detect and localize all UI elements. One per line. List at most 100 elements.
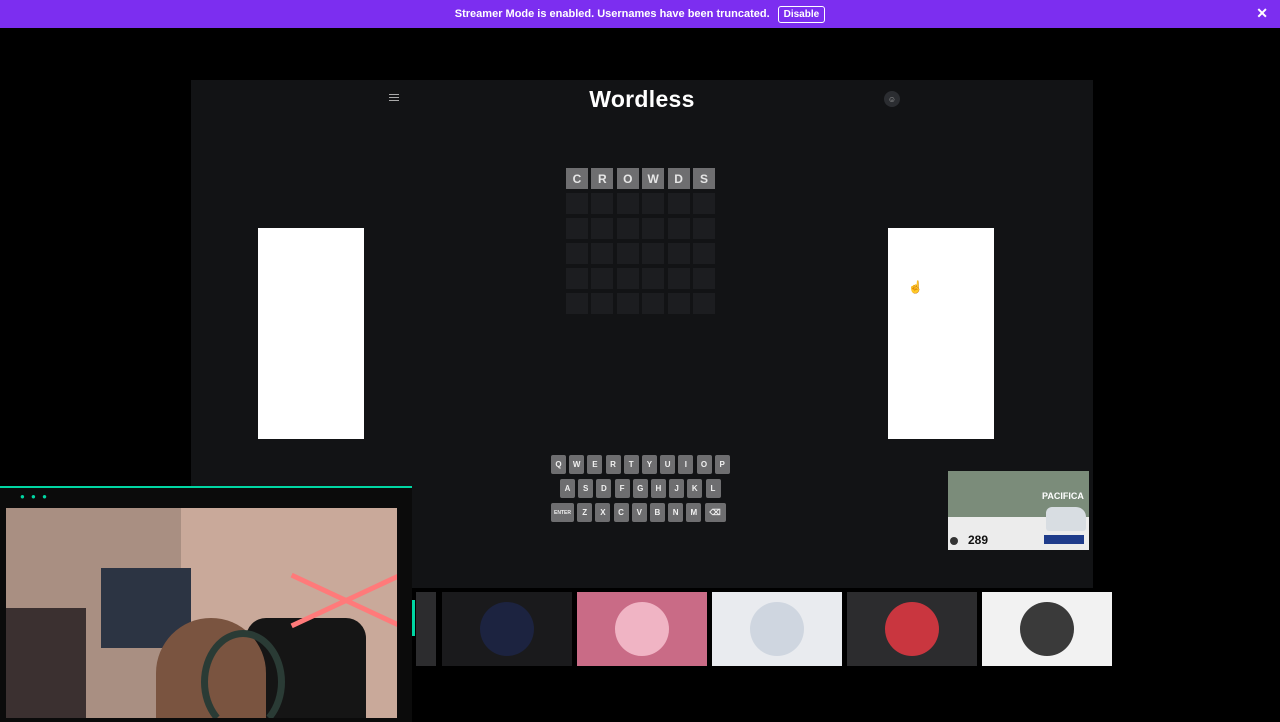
- key-z[interactable]: Z: [577, 503, 593, 522]
- key-t[interactable]: T: [623, 455, 639, 474]
- letter-tile: [692, 268, 715, 289]
- letter-tile: [667, 293, 690, 314]
- key-n[interactable]: N: [668, 503, 684, 522]
- key-m[interactable]: M: [686, 503, 702, 522]
- guess-row: CROWDS: [566, 168, 718, 189]
- key-e[interactable]: E: [587, 455, 603, 474]
- ad-price: 289: [968, 533, 989, 547]
- letter-tile: [667, 193, 690, 214]
- guess-row: [566, 243, 718, 264]
- letter-tile: [566, 293, 588, 314]
- letter-tile: [692, 293, 715, 314]
- backspace-key[interactable]: ⌫: [704, 503, 726, 522]
- letter-tile: [566, 218, 588, 239]
- letter-tile: [591, 293, 614, 314]
- webcam-feed: [6, 508, 397, 718]
- letter-tile: [591, 193, 614, 214]
- hand-cursor-icon: ☝: [908, 280, 923, 294]
- guess-row: [566, 193, 718, 214]
- letter-tile: [667, 243, 690, 264]
- key-c[interactable]: C: [613, 503, 629, 522]
- letter-tile: [667, 218, 690, 239]
- car-image: [1046, 507, 1086, 531]
- key-s[interactable]: S: [578, 479, 594, 498]
- letter-tile: [642, 268, 665, 289]
- game-title: Wordless: [589, 86, 695, 112]
- letter-tile: [616, 293, 639, 314]
- letter-tile: [591, 243, 614, 264]
- key-i[interactable]: I: [678, 455, 694, 474]
- key-l[interactable]: L: [705, 479, 721, 498]
- thumbnail-avatar: [615, 602, 669, 656]
- key-x[interactable]: X: [595, 503, 611, 522]
- left-ad-banner[interactable]: [258, 228, 364, 439]
- on-screen-keyboard: QWERTYUIOP ASDFGHJKL ENTER Z X C V B N M ⌫: [551, 455, 733, 527]
- keyboard-row-2: ASDFGHJKL: [560, 479, 733, 498]
- enter-key[interactable]: ENTER: [551, 503, 574, 522]
- key-j[interactable]: J: [669, 479, 685, 498]
- letter-tile: [566, 193, 588, 214]
- ad-audio-icon[interactable]: [950, 537, 958, 545]
- letter-tile: [616, 268, 639, 289]
- webcam-overlay: ● ● ●: [0, 486, 415, 722]
- key-v[interactable]: V: [631, 503, 647, 522]
- guess-row: [566, 293, 718, 314]
- key-q[interactable]: Q: [551, 455, 566, 474]
- webcam-frame-decoration: ● ● ●: [20, 492, 49, 501]
- key-k[interactable]: K: [687, 479, 703, 498]
- thumb-yankees-logo[interactable]: [712, 592, 842, 666]
- thumbnail-avatar: [1020, 602, 1074, 656]
- key-g[interactable]: G: [632, 479, 648, 498]
- letter-tile: [642, 243, 665, 264]
- thumbnail-avatar: [885, 602, 939, 656]
- key-w[interactable]: W: [569, 455, 585, 474]
- letter-tile: [642, 293, 665, 314]
- video-ad[interactable]: PACIFICA 289: [948, 471, 1089, 550]
- letter-tile: O: [616, 168, 639, 189]
- close-icon[interactable]: ✕: [1256, 6, 1268, 20]
- letter-tile: W: [642, 168, 665, 189]
- keyboard-row-3: ENTER Z X C V B N M ⌫: [551, 503, 733, 522]
- thumb-red-figure[interactable]: [847, 592, 977, 666]
- key-o[interactable]: O: [696, 455, 712, 474]
- guess-row: [566, 218, 718, 239]
- right-ad-banner[interactable]: ☝: [888, 228, 994, 439]
- key-b[interactable]: B: [649, 503, 665, 522]
- ad-cta-button[interactable]: [1044, 535, 1084, 544]
- guess-row: [566, 268, 718, 289]
- disable-streamer-mode-button[interactable]: Disable: [777, 5, 826, 23]
- letter-tile: [692, 193, 715, 214]
- thumb-partial[interactable]: [416, 592, 436, 666]
- letter-tile: [591, 268, 614, 289]
- thumb-pink-avatar[interactable]: [577, 592, 707, 666]
- ad-brand: PACIFICA: [1042, 491, 1084, 501]
- letter-tile: D: [667, 168, 690, 189]
- letter-tile: [642, 193, 665, 214]
- letter-tile: [692, 218, 715, 239]
- user-icon[interactable]: ☺: [884, 91, 900, 107]
- keyboard-row-1: QWERTYUIOP: [551, 455, 733, 474]
- letter-tile: [616, 193, 639, 214]
- key-a[interactable]: A: [560, 479, 575, 498]
- thumb-galaxy[interactable]: [442, 592, 572, 666]
- letter-tile: [692, 243, 715, 264]
- key-r[interactable]: R: [605, 455, 621, 474]
- key-d[interactable]: D: [596, 479, 612, 498]
- thumbnail-avatar: [750, 602, 804, 656]
- letter-tile: C: [566, 168, 588, 189]
- thumb-silhouette[interactable]: [982, 592, 1112, 666]
- letter-tile: [642, 218, 665, 239]
- letter-tile: [667, 268, 690, 289]
- letter-tile: [616, 243, 639, 264]
- letter-tile: [566, 268, 588, 289]
- key-u[interactable]: U: [660, 455, 676, 474]
- key-f[interactable]: F: [614, 479, 630, 498]
- letter-tile: R: [591, 168, 614, 189]
- letter-tile: [616, 218, 639, 239]
- letter-tile: [591, 218, 614, 239]
- key-p[interactable]: P: [714, 455, 730, 474]
- key-y[interactable]: Y: [641, 455, 657, 474]
- key-h[interactable]: H: [650, 479, 666, 498]
- letter-tile: S: [692, 168, 715, 189]
- banner-message: Streamer Mode is enabled. Usernames have…: [454, 8, 770, 20]
